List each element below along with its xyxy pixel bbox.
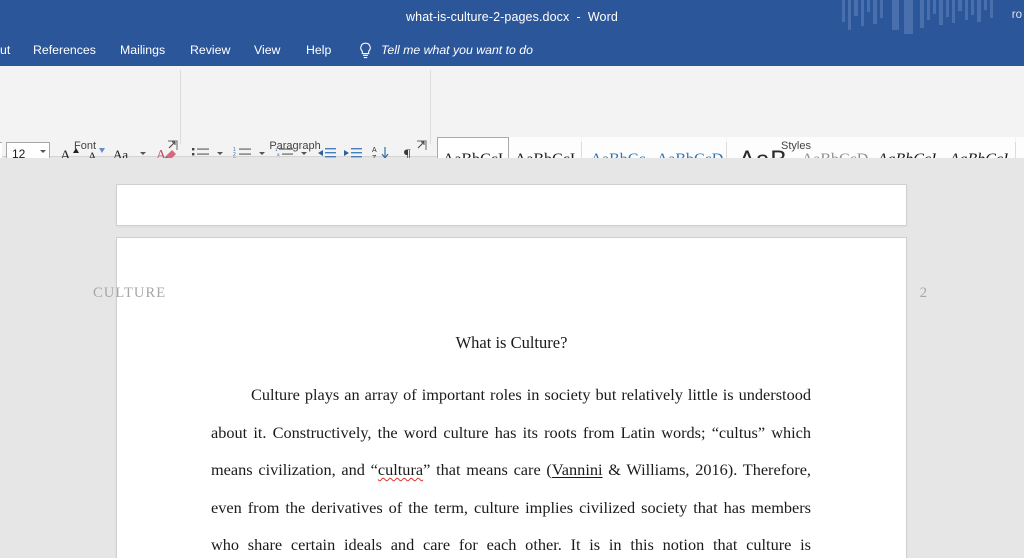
tell-me-label: Tell me what you want to do	[381, 43, 533, 57]
group-label-styles: Styles	[781, 140, 811, 152]
misspelled-word: cultura	[377, 460, 424, 479]
document-body-paragraph[interactable]: Culture plays an array of important role…	[211, 376, 811, 558]
tab-references[interactable]: References	[33, 34, 96, 66]
group-separator-paragraph	[430, 70, 431, 144]
paragraph-text-run: ” that means care (	[423, 460, 552, 479]
ribbon: 12 A A Aa A x2 x2 A a A	[0, 66, 1024, 199]
document-heading-title[interactable]: What is Culture?	[117, 333, 906, 353]
document-running-header[interactable]: CULTURE	[93, 285, 693, 302]
group-label-font: Font	[73, 140, 96, 152]
window-title: what-is-culture-2-pages.docx - Word	[406, 10, 618, 24]
title-bar: what-is-culture-2-pages.docx - Word ro	[0, 0, 1024, 34]
document-page-number[interactable]: 2	[920, 285, 927, 302]
tab-layout-partial[interactable]: ut	[0, 34, 10, 66]
group-separator-font	[180, 70, 181, 144]
tab-view[interactable]: View	[254, 34, 280, 66]
misspelled-word: Vannini	[551, 460, 603, 479]
ribbon-tab-strip: ut References Mailings Review View Help Tell m…	[0, 34, 1024, 66]
document-canvas[interactable]: CULTURE 2 What is Culture? Culture plays…	[0, 158, 1024, 558]
tab-help[interactable]: Help	[306, 34, 331, 66]
document-page-previous[interactable]	[117, 185, 906, 225]
group-label-paragraph: Paragraph	[269, 140, 321, 152]
titlebar-right-partial-text: ro	[1011, 9, 1022, 21]
tab-review[interactable]: Review	[190, 34, 230, 66]
font-dialog-launcher-icon[interactable]	[167, 140, 178, 151]
tell-me-search-box[interactable]: Tell me what you want to do	[358, 34, 533, 66]
lightbulb-icon	[360, 42, 371, 58]
paragraph-dialog-launcher-icon[interactable]	[416, 140, 427, 151]
tab-mailings[interactable]: Mailings	[120, 34, 165, 66]
